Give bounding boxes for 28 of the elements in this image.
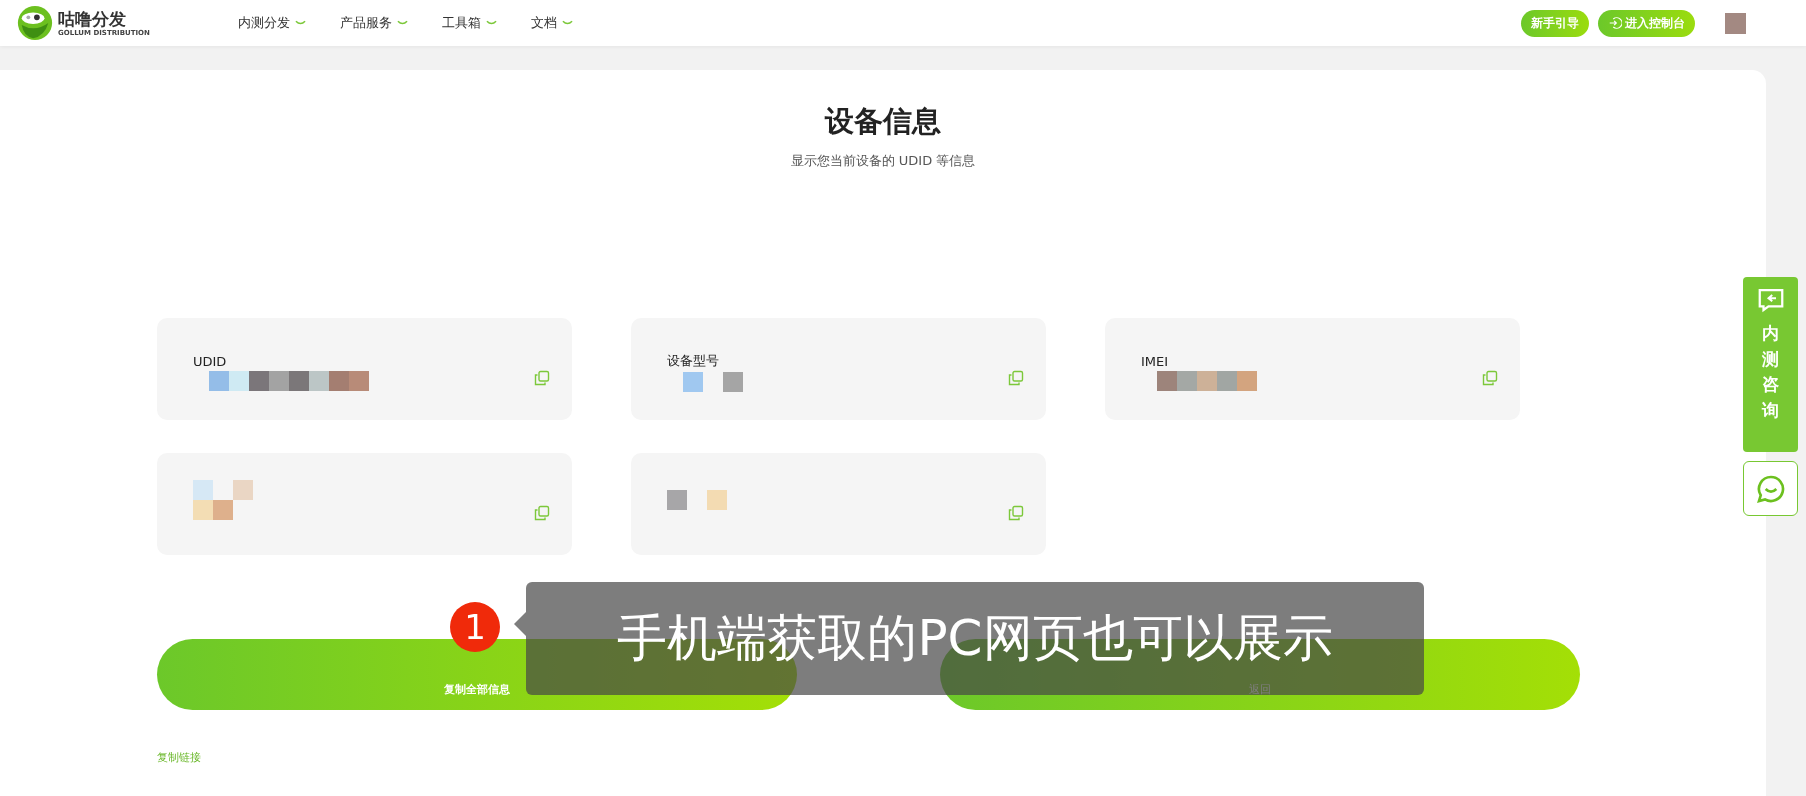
chevron-icon	[295, 20, 306, 26]
nav-menu[interactable]: 文档	[531, 14, 573, 32]
copy-icon[interactable]	[1008, 505, 1024, 521]
nav-menu[interactable]: 内测分发	[238, 14, 306, 32]
nav-menu[interactable]: 工具箱	[442, 14, 497, 32]
guide-button[interactable]: 新手引导	[1521, 9, 1589, 37]
console-button[interactable]: 进入控制台	[1598, 9, 1695, 37]
enter-icon	[1608, 16, 1622, 30]
copy-icon[interactable]	[534, 505, 550, 521]
consult-label: 内测咨询	[1762, 322, 1779, 422]
field-label: UDID	[193, 353, 228, 369]
logo-icon	[16, 4, 54, 42]
copy-link[interactable]: 复制链接	[157, 750, 201, 765]
copy-icon[interactable]	[534, 370, 550, 386]
brand-name: 咕噜分发	[58, 9, 127, 29]
page-subtitle: 显示您当前设备的 UDID 等信息	[790, 152, 976, 170]
field-label: IMEI	[1141, 353, 1170, 369]
field-label: 设备型号	[667, 352, 720, 370]
nav-menu[interactable]: 产品服务	[340, 14, 408, 32]
copy-icon[interactable]	[1482, 370, 1498, 386]
chat-button[interactable]	[1743, 461, 1798, 516]
chevron-icon	[486, 20, 497, 26]
copy-icon[interactable]	[1008, 370, 1024, 386]
page-title: 设备信息	[825, 103, 941, 140]
chevron-icon	[562, 20, 573, 26]
consult-tab[interactable]: 内测咨询	[1743, 277, 1798, 452]
chevron-icon	[397, 20, 408, 26]
avatar[interactable]	[1725, 12, 1746, 34]
